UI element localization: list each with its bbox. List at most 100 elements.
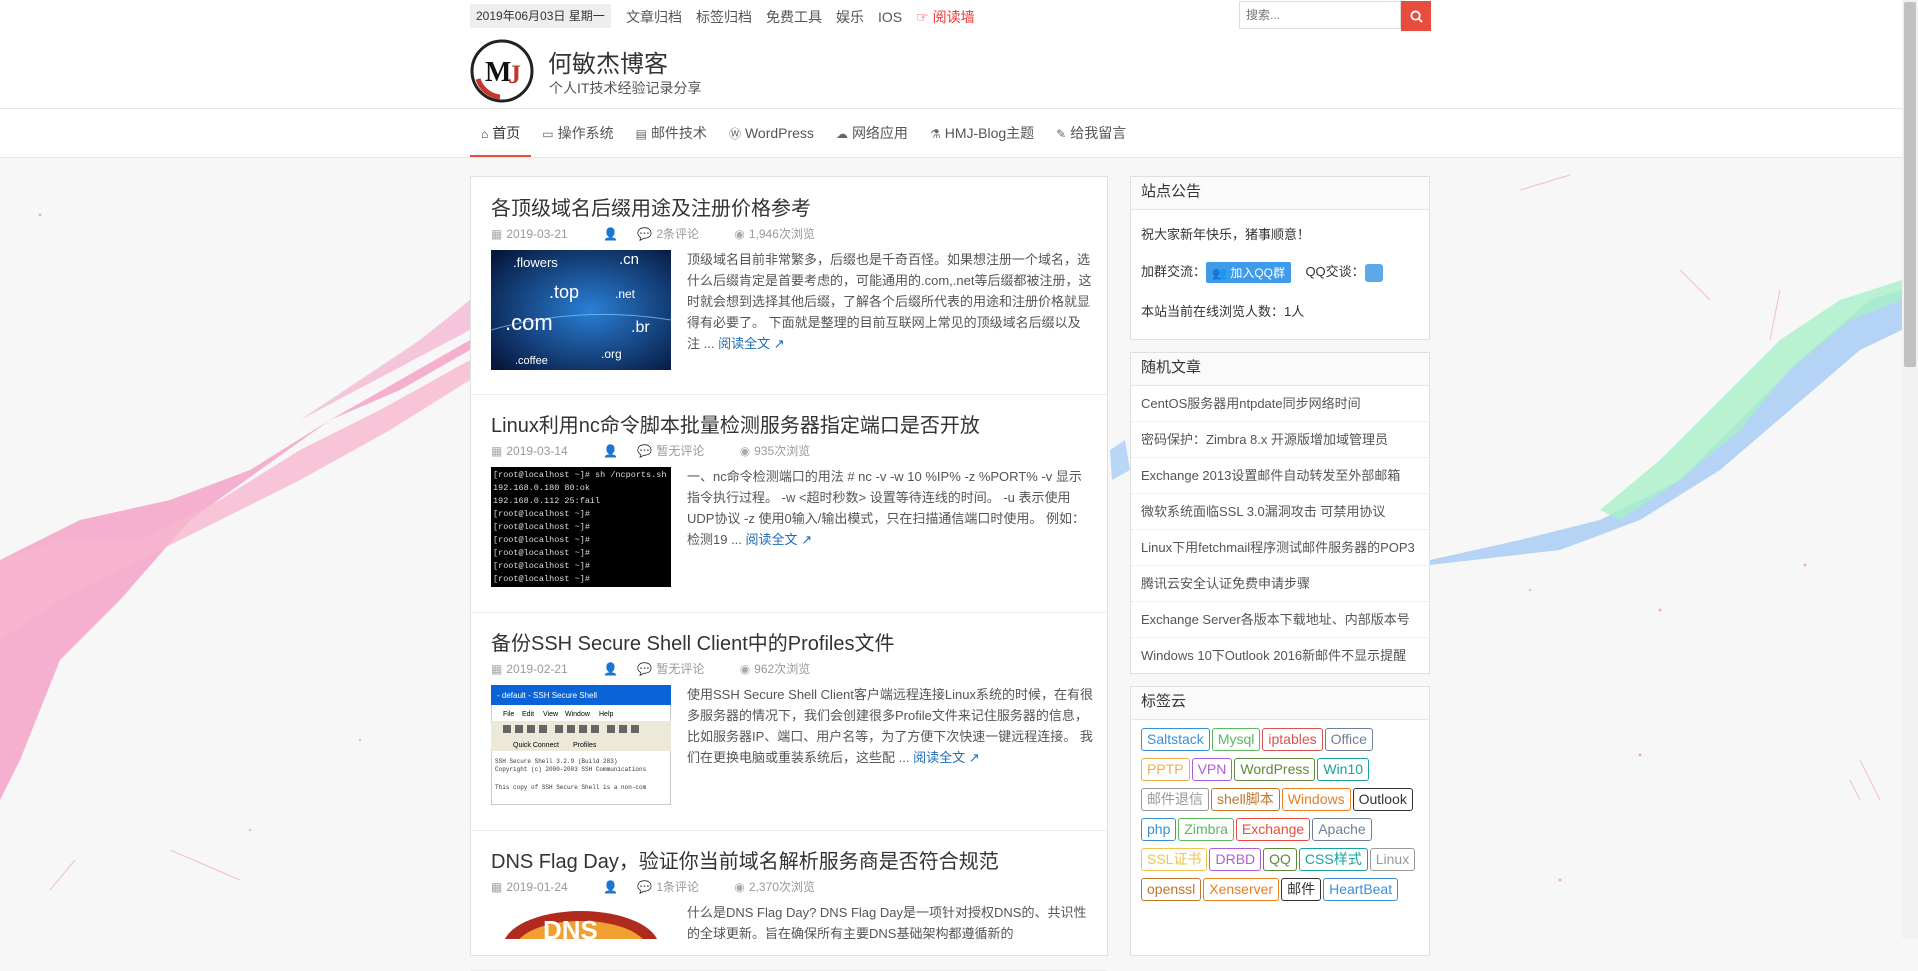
nav-network[interactable]: ☁ 网络应用: [825, 109, 919, 157]
post-item: 备份SSH Secure Shell Client中的Profiles文件 ▦ 2…: [471, 612, 1107, 831]
post-thumbnail[interactable]: [root@localhost ~]# sh /ncports.sh 192.1…: [491, 467, 671, 587]
tag-link[interactable]: PPTP: [1141, 758, 1190, 781]
tag-link[interactable]: Zimbra: [1178, 818, 1234, 841]
top-link-entertainment[interactable]: 娱乐: [836, 9, 864, 25]
tag-link[interactable]: Windows: [1281, 788, 1351, 811]
tag-link[interactable]: Win10: [1317, 758, 1370, 781]
tag-link[interactable]: 邮件退信: [1141, 788, 1209, 811]
post-comments[interactable]: 💬 暂无评论: [637, 444, 720, 458]
post-title[interactable]: DNS Flag Day，验证你当前域名解析服务商是否符合规范: [491, 845, 999, 874]
nav-theme[interactable]: ⚗ HMJ-Blog主题: [919, 109, 1045, 157]
cloud-icon: ☁: [835, 127, 848, 141]
tag-link[interactable]: shell脚本: [1211, 788, 1280, 811]
read-more-link[interactable]: 阅读全文 ↗: [746, 532, 813, 547]
tag-link[interactable]: Linux: [1369, 848, 1416, 871]
nav-os[interactable]: ▭ 操作系统: [531, 109, 624, 157]
post-comments[interactable]: 💬 1条评论: [637, 880, 715, 894]
tag-link[interactable]: HeartBeat: [1323, 878, 1399, 901]
read-more-link[interactable]: 阅读全文 ↗: [913, 750, 980, 765]
svg-text:[root@localhost ~]#: [root@localhost ~]#: [493, 535, 590, 545]
post-excerpt: 顶级域名目前非常繁多，后缀也是千奇百怪。如果想注册一个域名，选什么后缀肯定是首要…: [687, 252, 1092, 351]
top-link-tags[interactable]: 标签归档: [696, 9, 752, 25]
random-post-link[interactable]: Windows 10下Outlook 2016新邮件不显示提醒: [1131, 638, 1429, 673]
tag-link[interactable]: Exchange: [1235, 818, 1311, 841]
random-post-link[interactable]: 微软系统面临SSL 3.0漏洞攻击 可禁用协议: [1131, 494, 1429, 530]
svg-text:View: View: [543, 711, 559, 718]
post-excerpt: 一、nc命令检测端口的用法 # nc -v -w 10 %IP% -z %POR…: [687, 469, 1085, 547]
notice-greeting: 祝大家新年快乐，猪事顺意！: [1141, 227, 1311, 242]
join-qq-group-button[interactable]: 👥 加入QQ群: [1206, 262, 1291, 284]
post-item: DNS Flag Day，验证你当前域名解析服务商是否符合规范 ▦ 2019-01…: [471, 830, 1107, 971]
tag-link[interactable]: iptables: [1262, 728, 1323, 751]
tag-link[interactable]: Xenserver: [1203, 878, 1280, 901]
widget-tag-cloud: 标签云 Saltstack Mysql iptables OfficePPTP VPN W…: [1130, 686, 1430, 956]
svg-text:- default - SSH Secure Shell: - default - SSH Secure Shell: [497, 691, 597, 700]
svg-text:Edit: Edit: [522, 711, 534, 718]
tag-link[interactable]: SSL证书: [1141, 848, 1208, 871]
comments-icon: 💬: [637, 444, 653, 458]
post-comments[interactable]: 💬 暂无评论: [637, 662, 720, 676]
eye-icon: ◉: [734, 227, 745, 241]
top-link-reading-wall[interactable]: ☞ 阅读墙: [916, 9, 974, 25]
tag-link[interactable]: Mysql: [1211, 728, 1261, 751]
post-title[interactable]: 各顶级域名后缀用途及注册价格参考: [491, 192, 811, 221]
tag-link[interactable]: 邮件: [1281, 878, 1322, 901]
svg-text:192.168.0.180 80:ok: 192.168.0.180 80:ok: [493, 483, 590, 493]
calendar-icon: ▦: [491, 662, 503, 676]
svg-text:[root@localhost ~]#: [root@localhost ~]#: [493, 561, 590, 571]
top-link-ios[interactable]: IOS: [878, 9, 902, 25]
nav-guestbook[interactable]: ✎ 给我留言: [1045, 109, 1137, 157]
tag-link[interactable]: Saltstack: [1141, 728, 1210, 751]
top-links: 文章归档 标签归档 免费工具 娱乐 IOS ☞ 阅读墙: [626, 0, 989, 34]
tag-link[interactable]: QQ: [1263, 848, 1297, 871]
random-post-link[interactable]: Exchange Server各版本下载地址、内部版本号: [1131, 602, 1429, 638]
tag-link[interactable]: Outlook: [1352, 788, 1413, 811]
tag-link[interactable]: VPN: [1191, 758, 1233, 781]
tag-link[interactable]: Apache: [1312, 818, 1372, 841]
nav-home[interactable]: ⌂ 首页: [470, 109, 532, 157]
post-title[interactable]: 备份SSH Secure Shell Client中的Profiles文件: [491, 627, 894, 656]
tag-link[interactable]: DRBD: [1209, 848, 1262, 871]
post-comments[interactable]: 💬 2条评论: [637, 227, 715, 241]
top-link-archive[interactable]: 文章归档: [626, 9, 682, 25]
tag-link[interactable]: WordPress: [1234, 758, 1316, 781]
tag-link[interactable]: CSS样式: [1298, 848, 1368, 871]
post-excerpt: 使用SSH Secure Shell Client客户端远程连接Linux系统的…: [687, 687, 1093, 765]
random-post-link[interactable]: Exchange 2013设置邮件自动转发至外部邮箱: [1131, 458, 1429, 494]
random-post-link[interactable]: CentOS服务器用ntpdate同步网络时间: [1131, 386, 1429, 422]
nav-wordpress[interactable]: Ⓦ WordPress: [718, 109, 825, 157]
read-more-link[interactable]: 阅读全文 ↗: [718, 336, 785, 351]
post-thumbnail[interactable]: .flowers .cn .top .net .com .br .coffee …: [491, 250, 671, 370]
search-button[interactable]: [1401, 1, 1431, 31]
svg-text:SSH Secure Shell 3.2.9 (Build: SSH Secure Shell 3.2.9 (Build 283): [495, 758, 617, 765]
qq-chat-icon[interactable]: [1364, 263, 1383, 282]
calendar-icon: ▦: [491, 444, 503, 458]
random-post-link[interactable]: Linux下用fetchmail程序测试邮件服务器的POP3: [1131, 530, 1429, 566]
post-item: 各顶级域名后缀用途及注册价格参考 ▦ 2019-03-21 👤 💬 2条评论 ◉ 1,…: [471, 177, 1107, 395]
nav-mail[interactable]: ▤ 邮件技术: [625, 109, 718, 157]
svg-text:J: J: [508, 60, 521, 89]
main-nav: ⌂ 首页 ▭ 操作系统 ▤ 邮件技术 Ⓦ WordPress ☁ 网络应用 ⚗ HMJ-Bl…: [0, 109, 1918, 158]
tag-link[interactable]: Office: [1324, 728, 1373, 751]
widget-title: 标签云: [1131, 687, 1429, 720]
site-title[interactable]: 何敏杰博客: [548, 44, 668, 79]
search-input[interactable]: [1239, 1, 1401, 29]
random-post-link[interactable]: 密码保护：Zimbra 8.x 开源版增加域管理员: [1131, 422, 1429, 458]
post-item: Linux利用nc命令脚本批量检测服务器指定端口是否开放 ▦ 2019-03-14…: [471, 394, 1107, 613]
post-thumbnail[interactable]: DNS: [491, 903, 671, 939]
page-scrollbar[interactable]: [1902, 0, 1918, 938]
widget-title: 站点公告: [1131, 177, 1429, 210]
tag-link[interactable]: php: [1141, 818, 1177, 841]
post-thumbnail[interactable]: - default - SSH Secure Shell File Edit V…: [491, 685, 671, 805]
hand-pointer-icon: ☞: [916, 9, 929, 25]
widget-random-posts: 随机文章 CentOS服务器用ntpdate同步网络时间 密码保护：Zimbra…: [1130, 352, 1430, 674]
flask-icon: ⚗: [929, 127, 941, 141]
post-title[interactable]: Linux利用nc命令脚本批量检测服务器指定端口是否开放: [491, 409, 980, 438]
home-icon: ⌂: [481, 127, 489, 141]
site-logo[interactable]: M J: [470, 39, 534, 103]
svg-text:This copy of SSH Secure Shell: This copy of SSH Secure Shell is a non-c…: [495, 784, 647, 791]
tag-link[interactable]: openssl: [1141, 878, 1202, 901]
top-link-tools[interactable]: 免费工具: [766, 9, 822, 25]
scrollbar-thumb[interactable]: [1904, 2, 1916, 367]
random-post-link[interactable]: 腾讯云安全认证免费申请步骤: [1131, 566, 1429, 602]
